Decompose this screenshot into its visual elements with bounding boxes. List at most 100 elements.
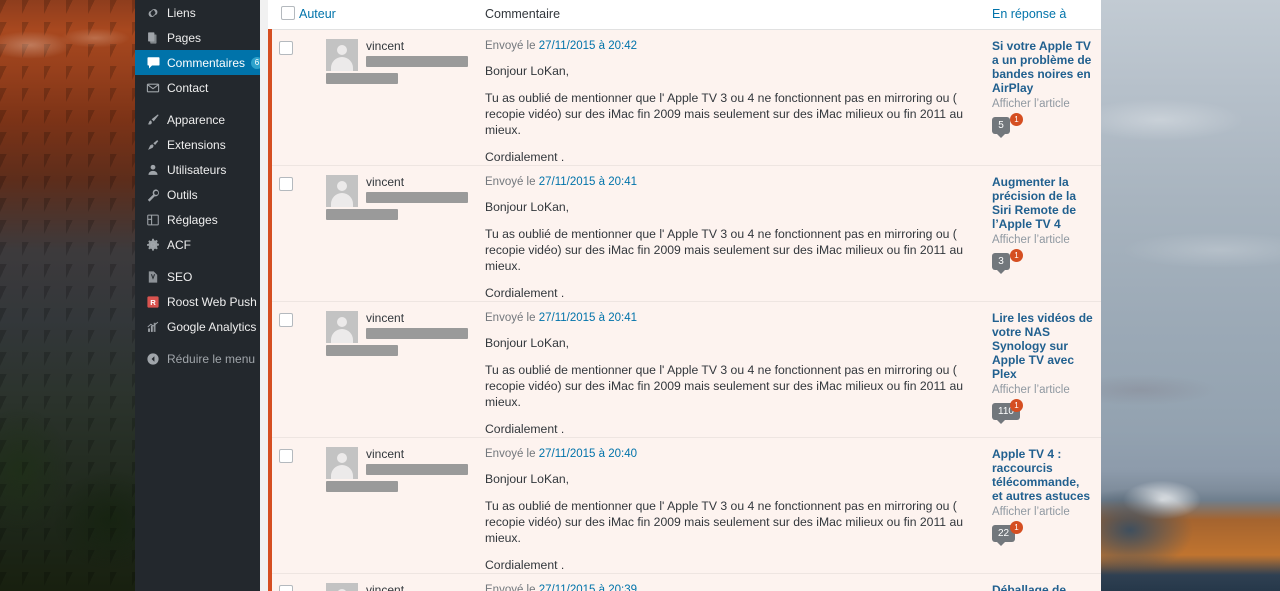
sidebar-item-acf[interactable]: ACF: [135, 232, 260, 257]
sidebar-item-label: Outils: [167, 187, 198, 202]
row-select-checkbox[interactable]: [279, 176, 293, 191]
author-name[interactable]: vincent: [366, 447, 480, 461]
gear-icon: [144, 236, 162, 254]
svg-text:R: R: [150, 298, 156, 307]
submitted-prefix: Envoyé le: [485, 311, 536, 324]
author-name[interactable]: vincent: [366, 583, 480, 591]
admin-sidebar: Liens Pages Commentaires 6 Contact Apparence E…: [135, 0, 264, 591]
comment-date-link[interactable]: 27/11/2015 à 20:41: [539, 176, 637, 188]
plugin-icon: [144, 136, 162, 154]
comment-cell: Envoyé le 27/11/2015 à 20:41 Bonjour LoKa…: [480, 301, 992, 438]
sidebar-collapse-menu[interactable]: Réduire le menu: [135, 346, 260, 371]
author-name[interactable]: vincent: [366, 39, 480, 53]
sidebar-item-label: Liens: [167, 5, 196, 20]
avatar: [326, 174, 358, 207]
sidebar-item-label: Extensions: [167, 137, 226, 152]
sidebar-item-extensions[interactable]: Extensions: [135, 132, 260, 157]
avatar-body-shape: [331, 192, 353, 207]
table-body: vincent Envoyé le 27/11/2015 à 20:42 Bonjo…: [268, 29, 1101, 591]
sidebar-item-pages[interactable]: Pages: [135, 25, 260, 50]
author-cell: vincent: [299, 29, 480, 166]
select-all-checkbox[interactable]: [281, 5, 295, 20]
sidebar-item-r-glages[interactable]: Réglages: [135, 207, 260, 232]
column-header-response[interactable]: En réponse à: [992, 0, 1101, 30]
post-title-link[interactable]: Apple TV 4 : raccourcis télécommande, et…: [992, 447, 1093, 503]
pending-comment-count-badge[interactable]: 1: [1010, 520, 1023, 534]
comment-paragraph: Tu as oublié de mentionner que l' Apple …: [485, 226, 964, 273]
comment-date-link[interactable]: 27/11/2015 à 20:40: [539, 448, 637, 460]
desktop-wallpaper-right: [1100, 0, 1280, 591]
view-post-link[interactable]: Afficher l’article: [992, 504, 1093, 520]
envelope-icon: [144, 79, 162, 97]
sidebar-item-seo[interactable]: SEO: [135, 264, 260, 289]
approved-comment-count-bubble[interactable]: 3: [992, 252, 1010, 274]
sidebar-item-label: SEO: [167, 269, 193, 284]
comment-text: Bonjour LoKan, Tu as oublié de mentionner…: [485, 63, 992, 165]
view-post-link[interactable]: Afficher l’article: [992, 382, 1093, 398]
post-title-link[interactable]: Si votre Apple TV a un problème de bande…: [992, 39, 1093, 95]
sidebar-item-label: Apparence: [167, 112, 226, 127]
user-icon: [144, 161, 162, 179]
sidebar-item-apparence[interactable]: Apparence: [135, 107, 260, 132]
comment-text: Bonjour LoKan, Tu as oublié de mentionner…: [485, 335, 992, 437]
comment-paragraph: Cordialement .: [485, 285, 565, 300]
row-select-checkbox[interactable]: [279, 448, 293, 463]
column-header-comment: Commentaire: [480, 0, 992, 30]
response-cell: Apple TV 4 : raccourcis télécommande, et…: [992, 437, 1101, 574]
table-row: vincent Envoyé le 27/11/2015 à 20:42 Bonjo…: [268, 29, 1101, 166]
row-select-cell: [268, 29, 299, 166]
sidebar-item-label: Réglages: [167, 212, 218, 227]
post-title-link[interactable]: Déballage de l’Apple TV 4 : premières im…: [992, 583, 1093, 591]
comment-date-link[interactable]: 27/11/2015 à 20:42: [539, 40, 637, 52]
sidebar-item-liens[interactable]: Liens: [135, 0, 260, 25]
avatar-head-shape: [337, 180, 347, 191]
pending-comment-count-badge[interactable]: 1: [1010, 398, 1023, 412]
comment-submitted-meta: Envoyé le 27/11/2015 à 20:40: [485, 447, 992, 462]
submitted-prefix: Envoyé le: [485, 447, 536, 460]
post-title-link[interactable]: Lire les vidéos de votre NAS Synology su…: [992, 311, 1093, 381]
author-name[interactable]: vincent: [366, 311, 480, 325]
redacted-author-ip: [326, 480, 398, 492]
collapse-arrow-icon: [144, 350, 162, 368]
sidebar-item-contact[interactable]: Contact: [135, 75, 260, 100]
view-post-link[interactable]: Afficher l’article: [992, 232, 1093, 248]
avatar: [326, 446, 358, 479]
author-name[interactable]: vincent: [366, 175, 480, 189]
redacted-author-email: [366, 191, 468, 203]
comment-date-link[interactable]: 27/11/2015 à 20:41: [539, 312, 637, 324]
comments-page-wrap: Auteur Commentaire En réponse à vincent E…: [260, 0, 1101, 591]
comment-icon: [144, 54, 162, 72]
pages-icon: [144, 29, 162, 47]
view-post-link[interactable]: Afficher l’article: [992, 96, 1093, 112]
table-row: vincent Envoyé le 27/11/2015 à 20:41 Bonjo…: [268, 301, 1101, 438]
avatar: [326, 38, 358, 71]
comment-date-link[interactable]: 27/11/2015 à 20:39: [539, 584, 637, 591]
column-header-author[interactable]: Auteur: [299, 0, 480, 30]
pending-comment-count-badge[interactable]: 1: [1010, 248, 1023, 262]
row-select-checkbox[interactable]: [279, 40, 293, 55]
approved-comment-count-bubble[interactable]: 5: [992, 116, 1010, 138]
author-cell: vincent: [299, 165, 480, 302]
sidebar-item-outils[interactable]: Outils: [135, 182, 260, 207]
redacted-author-ip: [326, 208, 398, 220]
comment-submitted-meta: Envoyé le 27/11/2015 à 20:41: [485, 175, 992, 190]
post-title-link[interactable]: Augmenter la précision de la Siri Remote…: [992, 175, 1093, 231]
sidebar-item-label: Google Analytics: [167, 319, 257, 334]
avatar: [326, 310, 358, 343]
row-select-checkbox[interactable]: [279, 312, 293, 327]
sidebar-item-utilisateurs[interactable]: Utilisateurs: [135, 157, 260, 182]
sidebar-item-google-analytics[interactable]: Google Analytics: [135, 314, 260, 339]
analytics-icon: [144, 318, 162, 336]
sidebar-item-commentaires[interactable]: Commentaires 6: [135, 50, 264, 75]
wrench-icon: [144, 186, 162, 204]
comment-cell: Envoyé le 27/11/2015 à 20:42 Bonjour LoKa…: [480, 29, 992, 166]
brush-icon: [144, 111, 162, 129]
row-select-checkbox[interactable]: [279, 584, 293, 591]
comment-cell: Envoyé le 27/11/2015 à 20:41 Bonjour LoKa…: [480, 165, 992, 302]
redacted-author-ip: [326, 72, 398, 84]
select-all-cell: [270, 0, 299, 30]
link-icon: [144, 4, 162, 22]
comment-submitted-meta: Envoyé le 27/11/2015 à 20:39: [485, 583, 992, 591]
sidebar-item-roost-web-push[interactable]: R Roost Web Push: [135, 289, 260, 314]
pending-comment-count-badge[interactable]: 1: [1010, 112, 1023, 126]
